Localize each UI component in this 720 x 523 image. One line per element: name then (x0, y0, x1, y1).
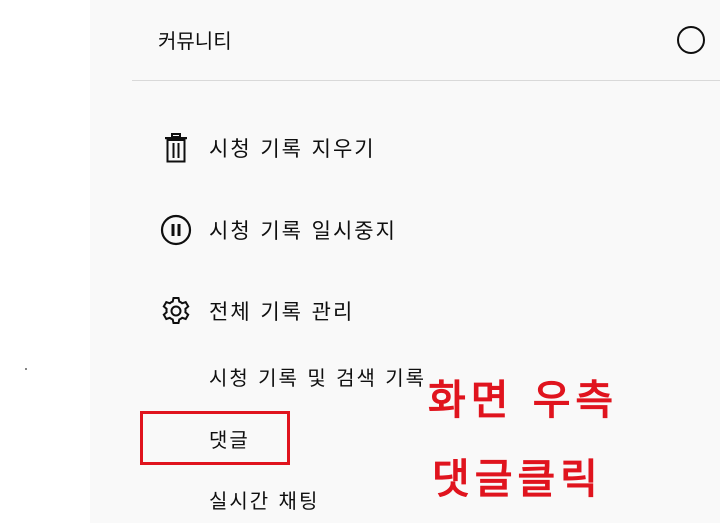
divider (132, 80, 720, 81)
clear-history-button[interactable]: 시청 기록 지우기 (160, 130, 376, 166)
community-title[interactable]: 커뮤니티 (158, 28, 232, 54)
pause-history-button[interactable]: 시청 기록 일시중지 (160, 212, 397, 248)
manage-history-label: 전체 기록 관리 (209, 300, 355, 324)
left-strip (0, 0, 90, 523)
watch-search-history-link[interactable]: 시청 기록 및 검색 기록 (209, 362, 426, 391)
manage-history-button[interactable]: 전체 기록 관리 (160, 293, 354, 329)
gear-icon (160, 295, 192, 327)
pause-history-label: 시청 기록 일시중지 (209, 219, 397, 243)
clear-history-label: 시청 기록 지우기 (209, 137, 376, 161)
live-chat-link[interactable]: 실시간 채팅 (209, 485, 319, 514)
left-dot (25, 368, 27, 370)
comments-highlight-box (140, 411, 290, 465)
trash-icon (160, 132, 192, 164)
annotation-line-2: 댓글클릭 (432, 455, 603, 503)
annotation-line-1: 화면 우측 (428, 376, 619, 424)
pause-icon (160, 214, 192, 246)
circle-button[interactable] (677, 26, 705, 54)
